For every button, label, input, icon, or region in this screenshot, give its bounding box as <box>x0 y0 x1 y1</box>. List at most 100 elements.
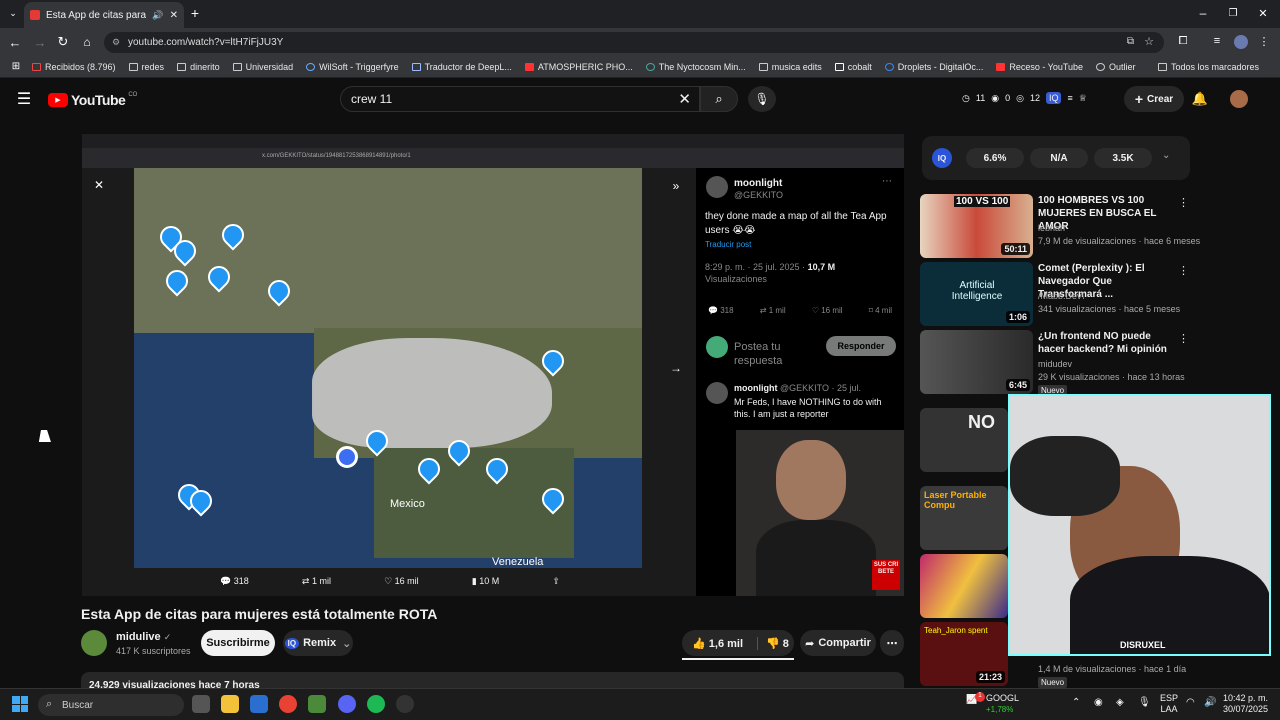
remix-button[interactable]: IQ Remix ⌄ <box>283 630 353 656</box>
bookmark-10[interactable]: Droplets - DigitalOc... <box>884 62 983 72</box>
bookmark-12[interactable]: Outlier <box>1096 62 1136 72</box>
repost-action[interactable]: ⇄ 1 mil <box>302 576 331 587</box>
reply-action[interactable]: 💬 318 <box>220 576 249 587</box>
related-video[interactable]: 6:45 ¿Un frontend NO puede hacer backend… <box>920 330 1270 396</box>
tray-discord-icon[interactable]: ◉ <box>1094 697 1103 708</box>
reply-input[interactable]: Postea tu respuesta <box>734 340 814 368</box>
channel-name[interactable]: midulive ✓ <box>116 631 171 643</box>
more-options-icon[interactable]: ⋮ <box>1178 332 1189 345</box>
chrome-icon[interactable] <box>279 695 297 713</box>
bookmark-1[interactable]: redes <box>128 62 164 72</box>
bookmark-11[interactable]: Receso - YouTube <box>996 62 1083 72</box>
volume-icon[interactable]: 🔊 <box>1204 697 1216 708</box>
bookmark-0[interactable]: Recibidos (8.796) <box>32 62 116 72</box>
youtube-logo[interactable]: ▶ YouTube CO <box>48 92 137 108</box>
share-icon[interactable]: ⇪ <box>552 576 560 587</box>
bookmark-3[interactable]: Universidad <box>232 62 293 72</box>
more-actions-icon[interactable]: ⋯ <box>880 630 904 656</box>
restore-icon[interactable]: ❐ <box>1226 6 1240 20</box>
iq-pill[interactable]: 3.5K <box>1094 148 1152 168</box>
search-button[interactable]: ⌕ <box>700 86 738 112</box>
iq-pill[interactable]: N/A <box>1030 148 1088 168</box>
chevron-down-icon[interactable]: ⌄ <box>1162 150 1170 161</box>
channel-avatar[interactable] <box>81 630 107 656</box>
app-icon[interactable] <box>308 695 326 713</box>
related-video[interactable] <box>920 554 1010 618</box>
repost-icon[interactable]: ⇄ 1 mil <box>760 306 786 315</box>
share-button[interactable]: ➦ Compartir <box>800 630 876 656</box>
discord-icon[interactable] <box>338 695 356 713</box>
like-action[interactable]: ♡ 16 mil <box>384 576 419 587</box>
extensions-icon[interactable]: ⧠ <box>1176 34 1190 48</box>
stock-ticker[interactable]: GOOGL <box>986 693 1019 703</box>
bookmark-4[interactable]: WilSoft - Triggerfyre <box>306 62 399 72</box>
home-icon[interactable]: ⌂ <box>79 34 95 50</box>
all-bookmarks[interactable]: Todos los marcadores <box>1157 62 1259 72</box>
tab-close-icon[interactable]: ✕ <box>170 10 178 21</box>
bookmark-6[interactable]: ATMOSPHERIC PHO... <box>524 62 633 72</box>
back-icon[interactable]: ← <box>7 34 23 50</box>
dislike-button[interactable]: 👎 8 <box>757 636 789 650</box>
task-view-icon[interactable] <box>192 695 210 713</box>
audio-icon[interactable]: 🔊 <box>152 10 163 21</box>
close-window-icon[interactable]: ✕ <box>1256 6 1270 20</box>
wifi-icon[interactable]: ◠ <box>1186 697 1195 708</box>
bookmark-5[interactable]: Traductor de DeepL... <box>411 62 512 72</box>
related-video[interactable]: 100 VS 100 50:11 100 HOMBRES VS 100 MUJE… <box>920 194 1270 258</box>
notifications-bell-icon[interactable]: 🔔 <box>1192 90 1208 108</box>
minimize-icon[interactable]: – <box>1196 6 1210 20</box>
reload-icon[interactable]: ↻ <box>55 34 71 50</box>
clear-search-icon[interactable]: ✕ <box>678 90 691 108</box>
create-button[interactable]: + Crear <box>1124 86 1184 112</box>
language-indicator[interactable]: ESP LAA <box>1160 693 1178 715</box>
menu-icon[interactable]: ⋮ <box>1258 34 1270 48</box>
related-video[interactable]: Artificial Intelligence 1:06 Comet (Perp… <box>920 262 1270 326</box>
profile-avatar[interactable] <box>1234 35 1248 49</box>
bookmark-icon[interactable]: ⌑ 4 mil <box>869 306 892 315</box>
taskbar-search[interactable]: ⌕ Buscar <box>38 694 184 716</box>
next-photo-icon[interactable]: → <box>668 360 684 376</box>
bookmark-8[interactable]: musica edits <box>758 62 822 72</box>
windows-start-icon[interactable] <box>12 696 28 712</box>
file-explorer-icon[interactable] <box>221 695 239 713</box>
expand-icon[interactable]: » <box>668 178 684 194</box>
more-options-icon[interactable]: ⋮ <box>1178 196 1189 209</box>
apps-icon[interactable]: ⊞ <box>0 61 32 72</box>
obs-icon[interactable] <box>396 695 414 713</box>
tray-mic-icon[interactable]: 🎙 <box>1138 697 1151 708</box>
install-icon[interactable]: ⧉ <box>1127 36 1134 47</box>
related-video[interactable]: Laser Portable Compu <box>920 486 1010 550</box>
like-button[interactable]: 👍 1,6 mil <box>692 637 743 650</box>
browser-tab[interactable]: Esta App de citas para mujeres 🔊 ✕ <box>24 2 184 28</box>
search-input[interactable]: crew 11 ✕ <box>340 86 700 112</box>
more-options-icon[interactable]: ⋮ <box>1178 264 1189 277</box>
tab-list-icon[interactable]: ⌄ <box>6 6 20 20</box>
more-icon[interactable]: ⋯ <box>882 176 892 187</box>
bookmark-2[interactable]: dinerito <box>177 62 220 72</box>
subscribe-button[interactable]: Suscribirme <box>201 630 275 656</box>
spotify-icon[interactable] <box>367 695 385 713</box>
bookmark-star-icon[interactable]: ☆ <box>1144 35 1154 48</box>
bookmark-7[interactable]: The Nyctocosm Min... <box>645 62 746 72</box>
user-avatar[interactable] <box>1230 90 1248 108</box>
like-icon[interactable]: ♡ 16 mil <box>812 306 843 315</box>
media-icon[interactable]: ≡ <box>1210 34 1224 48</box>
iq-pill[interactable]: 6.6% <box>966 148 1024 168</box>
bookmark-9[interactable]: cobalt <box>834 62 872 72</box>
close-photo-icon[interactable]: ✕ <box>92 178 106 192</box>
tray-chevron-icon[interactable]: ⌃ <box>1072 697 1080 708</box>
clock[interactable]: 10:42 p. m. 30/07/2025 <box>1222 693 1268 715</box>
extension-stats[interactable]: ◷ 11 ◉ 0 ◎ 12 IQ ≡ ♕ <box>962 92 1087 104</box>
new-tab-icon[interactable]: + <box>188 5 202 21</box>
tray-steam-icon[interactable]: ◈ <box>1116 697 1124 708</box>
address-bar[interactable]: ⚙ youtube.com/watch?v=ltH7iFjJU3Y ⧉ ☆ <box>104 32 1164 53</box>
reply-button[interactable]: Responder <box>826 336 896 356</box>
forward-icon[interactable]: → <box>32 34 48 50</box>
reply-icon[interactable]: 💬 318 <box>708 306 734 315</box>
description-box[interactable]: 24.929 visualizaciones hace 7 horas <box>81 672 904 688</box>
voice-search-button[interactable]: 🎙 <box>748 86 776 112</box>
hamburger-menu-icon[interactable]: ☰ <box>14 90 34 108</box>
store-icon[interactable] <box>250 695 268 713</box>
site-info-icon[interactable]: ⚙ <box>112 37 120 48</box>
related-video[interactable]: NO <box>920 408 1010 472</box>
